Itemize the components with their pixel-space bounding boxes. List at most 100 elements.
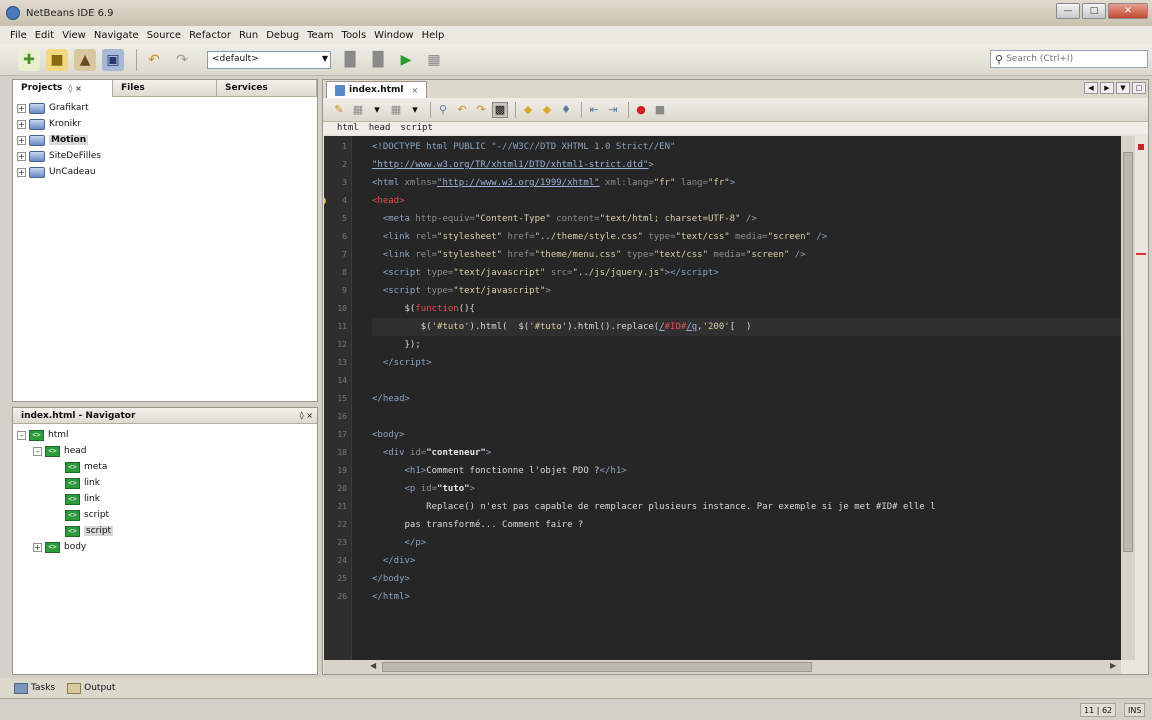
- menu-run[interactable]: Run: [239, 30, 258, 41]
- history-icon[interactable]: ▦: [350, 102, 366, 118]
- maximize-icon[interactable]: □: [1082, 3, 1106, 19]
- nav-item-script[interactable]: <> script: [13, 523, 317, 539]
- scroll-right-icon[interactable]: ▶: [1110, 661, 1116, 670]
- tab-index-html[interactable]: index.html ×: [326, 81, 428, 98]
- collapse-icon[interactable]: –: [17, 430, 26, 440]
- menu-team[interactable]: Team: [307, 30, 333, 41]
- scroll-right-icon[interactable]: ▶: [1100, 82, 1114, 94]
- expand-icon[interactable]: +: [17, 151, 26, 161]
- code-line: </p>: [404, 538, 427, 548]
- expand-icon[interactable]: +: [17, 167, 26, 177]
- expand-icon[interactable]: +: [17, 103, 26, 113]
- breadcrumb-item[interactable]: script: [400, 123, 433, 133]
- menu-help[interactable]: Help: [422, 30, 445, 41]
- nav-item-script[interactable]: <> script: [13, 507, 317, 523]
- close-icon[interactable]: ◊ ×: [68, 84, 81, 93]
- tab-tasks[interactable]: Tasks: [14, 682, 55, 694]
- record-macro-icon[interactable]: ●: [633, 102, 649, 118]
- run-icon[interactable]: ▶: [395, 49, 417, 71]
- scroll-left-icon[interactable]: ◀: [1084, 82, 1098, 94]
- menu-edit[interactable]: Edit: [35, 30, 54, 41]
- expand-icon[interactable]: +: [17, 135, 26, 145]
- tab-output[interactable]: Output: [67, 682, 115, 694]
- next-bookmark-icon[interactable]: ◆: [539, 102, 555, 118]
- source-icon[interactable]: ✎: [331, 102, 347, 118]
- find-previous-icon[interactable]: ↶: [454, 102, 470, 118]
- code-area[interactable]: 1 2 3 4 5 6 7 8 9 10 11 12 13 14 15 16 1…: [324, 136, 1121, 660]
- toggle-highlight-icon[interactable]: ▩: [492, 101, 508, 118]
- window-controls: — □ ✕: [1056, 3, 1148, 19]
- search-box[interactable]: ⚲: [990, 50, 1148, 68]
- menu-tools[interactable]: Tools: [342, 30, 367, 41]
- new-file-icon[interactable]: ✚: [18, 48, 40, 71]
- vertical-scrollbar[interactable]: [1121, 136, 1135, 660]
- find-icon[interactable]: ⚲: [435, 102, 451, 118]
- tree-item-kronikr[interactable]: + Kronikr: [13, 116, 317, 132]
- open-project-icon[interactable]: ▲: [74, 48, 96, 71]
- scroll-thumb[interactable]: [1123, 152, 1133, 552]
- expand-icon[interactable]: +: [33, 542, 42, 552]
- breadcrumb-item[interactable]: head: [369, 123, 391, 133]
- search-input[interactable]: [1006, 54, 1127, 64]
- previous-bookmark-icon[interactable]: ◆: [520, 102, 536, 118]
- toolbar-separator: [136, 48, 137, 71]
- stop-macro-icon[interactable]: ■: [652, 102, 668, 118]
- menu-view[interactable]: View: [62, 30, 86, 41]
- nav-item-head[interactable]: – <> head: [13, 443, 317, 459]
- source-code[interactable]: <!DOCTYPE html PUBLIC "-//W3C//DTD XHTML…: [352, 136, 1121, 660]
- tree-item-uncadeau[interactable]: + UnCadeau: [13, 164, 317, 180]
- error-indicator-icon[interactable]: [1138, 144, 1144, 150]
- scroll-left-icon[interactable]: ◀: [370, 661, 376, 670]
- nav-item-meta[interactable]: <> meta: [13, 459, 317, 475]
- menu-debug[interactable]: Debug: [266, 30, 299, 41]
- nav-item-link[interactable]: <> link: [13, 475, 317, 491]
- nav-item-body[interactable]: + <> body: [13, 539, 317, 555]
- close-icon[interactable]: ◊ ×: [300, 411, 313, 420]
- breadcrumb-item[interactable]: html: [337, 123, 359, 133]
- menu-navigate[interactable]: Navigate: [94, 30, 139, 41]
- toggle-bookmark-icon[interactable]: ♦: [558, 102, 574, 118]
- menu-refactor[interactable]: Refactor: [189, 30, 231, 41]
- new-project-icon[interactable]: ■: [46, 48, 68, 71]
- find-next-icon[interactable]: ↷: [473, 102, 489, 118]
- menu-window[interactable]: Window: [374, 30, 413, 41]
- clean-build-icon[interactable]: █: [367, 49, 389, 71]
- save-all-icon[interactable]: ▣: [102, 48, 124, 71]
- tree-item-motion[interactable]: + Motion: [13, 132, 317, 148]
- shift-left-icon[interactable]: ⇤: [586, 102, 602, 118]
- nav-item-html[interactable]: – <> html: [13, 427, 317, 443]
- nav-item-link[interactable]: <> link: [13, 491, 317, 507]
- close-icon[interactable]: ✕: [1108, 3, 1148, 19]
- close-icon[interactable]: ×: [411, 86, 418, 95]
- maximize-icon[interactable]: □: [1132, 82, 1146, 94]
- editor-tabs: index.html × ◀ ▶ ▼ □: [323, 80, 1148, 98]
- chevron-down-icon[interactable]: ▾: [407, 102, 423, 118]
- history-icon[interactable]: ▦: [388, 102, 404, 118]
- configuration-select[interactable]: <default> ▼: [207, 50, 331, 69]
- tree-item-grafikart[interactable]: + Grafikart: [13, 100, 317, 116]
- line-number: 26: [337, 592, 347, 601]
- scroll-thumb[interactable]: [382, 662, 812, 672]
- chevron-down-icon[interactable]: ▼: [1116, 82, 1130, 94]
- minimize-icon[interactable]: —: [1056, 3, 1080, 19]
- chevron-down-icon: ▼: [321, 53, 328, 63]
- tree-item-sitedefilles[interactable]: + SiteDeFilles: [13, 148, 317, 164]
- expand-icon[interactable]: +: [17, 119, 26, 129]
- debug-icon[interactable]: ▦: [423, 49, 445, 71]
- undo-icon[interactable]: ↶: [143, 49, 165, 71]
- shift-right-icon[interactable]: ⇥: [605, 102, 621, 118]
- nav-label: html: [48, 430, 69, 440]
- chevron-down-icon[interactable]: ▾: [369, 102, 385, 118]
- redo-icon[interactable]: ↷: [171, 49, 193, 71]
- horizontal-scrollbar[interactable]: ◀ ▶: [324, 660, 1121, 674]
- tab-files[interactable]: Files: [113, 79, 217, 97]
- collapse-icon[interactable]: –: [33, 446, 42, 456]
- toolbar-separator: [581, 101, 582, 118]
- menu-file[interactable]: File: [10, 30, 27, 41]
- build-icon[interactable]: █: [339, 49, 361, 71]
- tab-projects[interactable]: Projects ◊ ×: [13, 79, 113, 97]
- tab-services[interactable]: Services: [217, 79, 317, 97]
- menu-source[interactable]: Source: [147, 30, 181, 41]
- code-line: </head>: [372, 394, 410, 404]
- error-mark[interactable]: [1136, 253, 1146, 255]
